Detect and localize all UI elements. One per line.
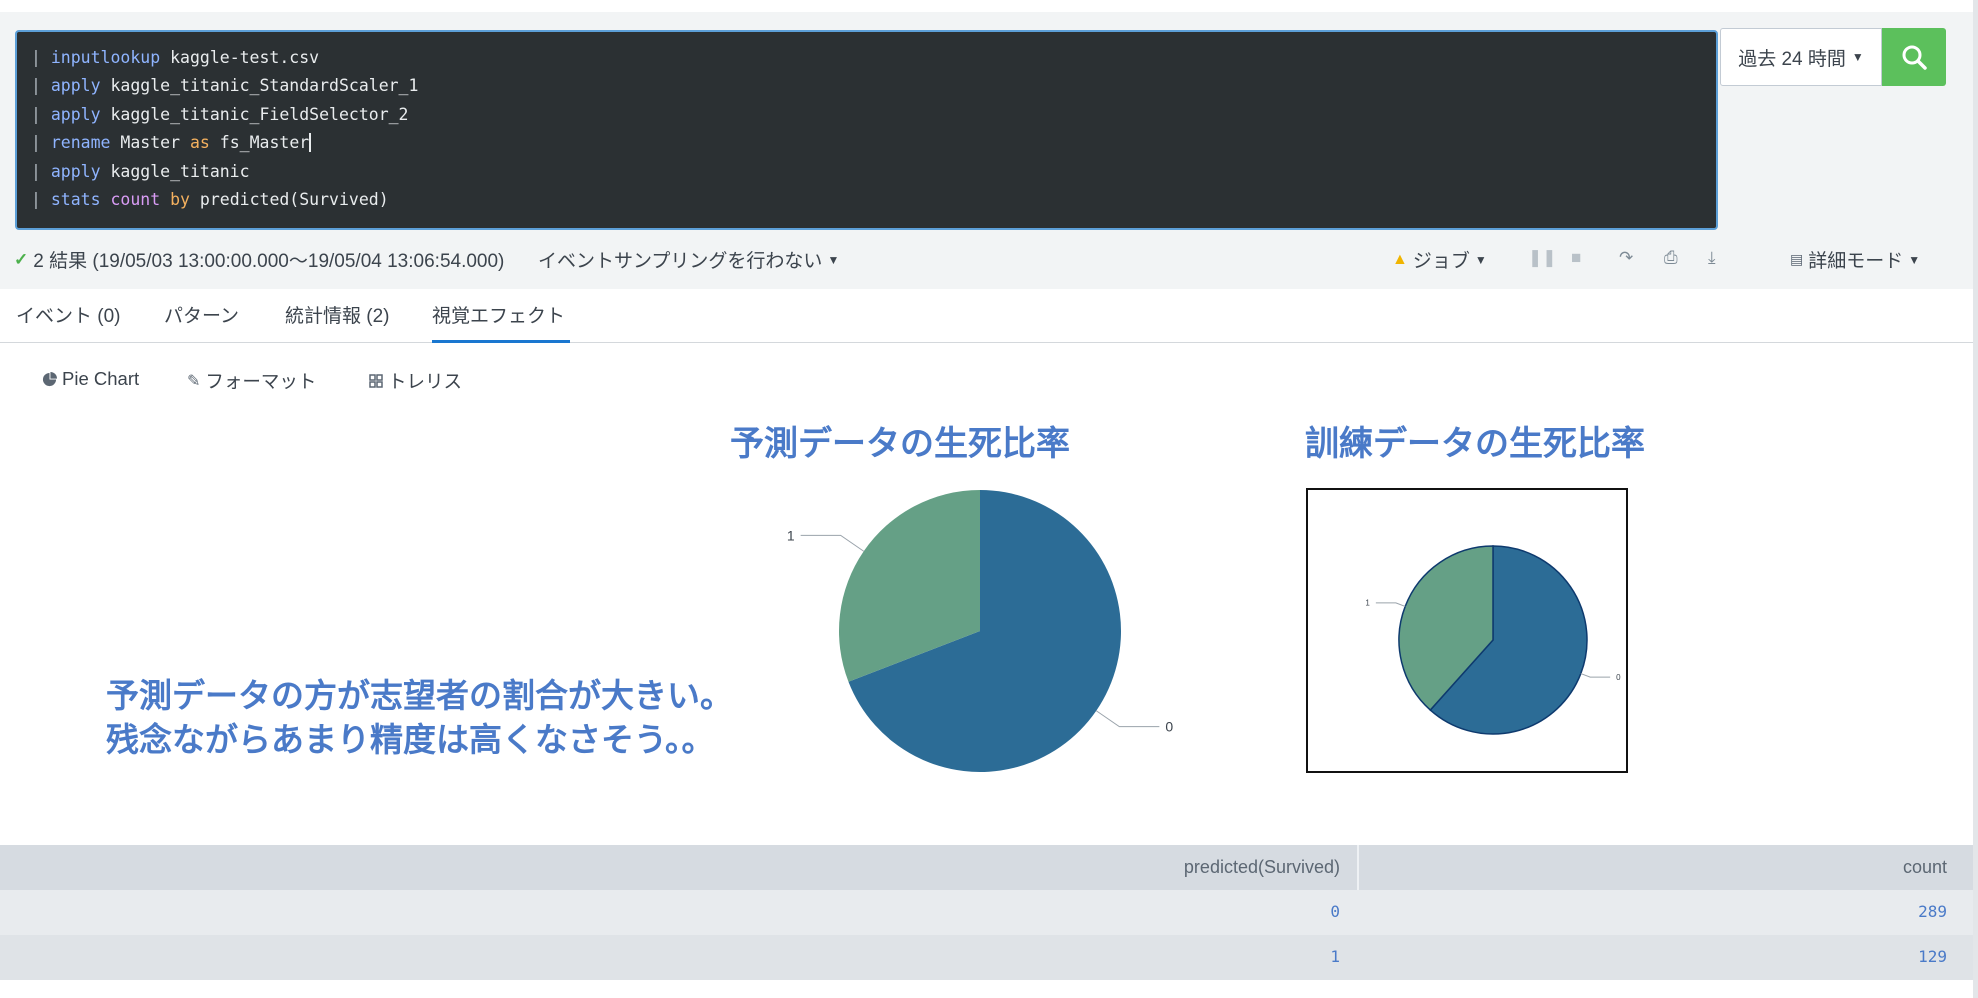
table-row: 0 289 bbox=[0, 890, 1973, 935]
command-argument: kaggle-test.csv bbox=[160, 48, 320, 67]
table-cell[interactable]: 0 bbox=[1330, 902, 1340, 921]
pipe-symbol: | bbox=[31, 48, 41, 67]
caret-down-icon: ▼ bbox=[1851, 50, 1864, 64]
predicted-pie-chart: 01 bbox=[787, 490, 1173, 772]
job-menu[interactable]: ▲ ジョブ ▼ bbox=[1392, 246, 1487, 273]
command-keyword: stats bbox=[50, 189, 101, 209]
command-keyword: rename bbox=[50, 133, 111, 153]
slice-label: 0 bbox=[1165, 719, 1173, 735]
bottom-margin bbox=[0, 980, 1973, 998]
command-keyword: apply bbox=[50, 161, 101, 181]
command-argument: kaggle_titanic_StandardScaler_1 bbox=[100, 76, 419, 96]
search-line: | apply kaggle_titanic_StandardScaler_1 bbox=[31, 72, 1716, 100]
search-line: | apply kaggle_titanic bbox=[31, 158, 1716, 186]
training-chart-title: 訓練データの生死比率 bbox=[1305, 424, 1645, 464]
table-header: predicted(Survived) count bbox=[0, 845, 1973, 890]
tab-statistics[interactable]: 統計情報 (2) bbox=[285, 301, 390, 328]
format-label: フォーマット bbox=[205, 371, 317, 392]
search-line: | stats count by predicted(Survived) bbox=[31, 186, 1716, 214]
slice-label: 0 bbox=[1616, 673, 1621, 682]
commentary-line: 残念ながらあまり精度は高くなさそう。。 bbox=[106, 720, 715, 759]
sampling-label: イベントサンプリングを行わない bbox=[538, 251, 823, 272]
leader-line bbox=[1375, 602, 1406, 607]
share-icon[interactable]: ↷ bbox=[1619, 248, 1633, 268]
result-tabs: イベント (0) パターン 統計情報 (2) 視覚エフェクト bbox=[0, 289, 1978, 343]
pipe-symbol: | bbox=[31, 133, 41, 153]
search-line: | rename Master as fs_Master bbox=[31, 129, 1716, 157]
job-label: ジョブ bbox=[1412, 251, 1470, 272]
stop-icon[interactable]: ■ bbox=[1571, 248, 1581, 268]
search-line: | inputlookup kaggle-test.csv bbox=[31, 44, 1716, 72]
time-range-label: 過去 24 時間 bbox=[1738, 48, 1846, 70]
function-keyword: count bbox=[110, 189, 161, 209]
format-button[interactable]: ✎ フォーマット bbox=[187, 368, 316, 394]
command-argument: kaggle_titanic_FieldSelector_2 bbox=[100, 104, 409, 124]
pencil-icon: ✎ bbox=[187, 373, 201, 390]
pie-chart-icon bbox=[42, 371, 57, 386]
results-count: 2 結果 (19/05/03 13:00:00.000〜19/05/04 13:… bbox=[33, 251, 505, 272]
grid-icon bbox=[369, 374, 383, 388]
results-summary: ✓ 2 結果 (19/05/03 13:00:00.000〜19/05/04 1… bbox=[14, 246, 504, 273]
chart-type-button[interactable]: Pie Chart bbox=[42, 368, 139, 390]
commentary-text: 予測データの方が志望者の割合が大きい。 残念ながらあまり精度は高くなさそう。。 bbox=[106, 674, 733, 762]
search-mode-label: 詳細モード bbox=[1808, 251, 1904, 272]
search-editor[interactable]: | inputlookup kaggle-test.csv | apply ka… bbox=[15, 30, 1718, 230]
table-cell[interactable]: 289 bbox=[1918, 902, 1947, 921]
time-range-picker[interactable]: 過去 24 時間 ▼ bbox=[1720, 28, 1882, 86]
command-argument: kaggle_titanic bbox=[100, 161, 250, 181]
command-keyword: apply bbox=[50, 104, 101, 124]
check-icon: ✓ bbox=[14, 249, 29, 269]
print-icon[interactable]: ⎙ bbox=[1664, 248, 1678, 268]
table-row: 1 129 bbox=[0, 935, 1973, 980]
column-divider bbox=[1357, 845, 1359, 890]
pipe-symbol: | bbox=[31, 76, 41, 96]
caret-down-icon: ▼ bbox=[827, 252, 840, 267]
status-bar: ✓ 2 結果 (19/05/03 13:00:00.000〜19/05/04 1… bbox=[0, 240, 1978, 276]
pipe-symbol: | bbox=[31, 161, 41, 181]
command-argument: predicted(Survived) bbox=[189, 189, 389, 209]
command-argument: Master bbox=[110, 133, 190, 153]
column-header-count[interactable]: count bbox=[1903, 857, 1947, 878]
command-keyword: inputlookup bbox=[50, 48, 161, 67]
scrollbar-track bbox=[1973, 0, 1978, 998]
tab-visualization[interactable]: 視覚エフェクト bbox=[432, 301, 570, 343]
leader-line bbox=[800, 534, 865, 552]
pipe-symbol: | bbox=[31, 104, 41, 124]
chart-type-label: Pie Chart bbox=[62, 368, 140, 389]
leader-line bbox=[1095, 710, 1160, 728]
slice-label: 1 bbox=[787, 527, 795, 543]
training-chart-frame: 01 bbox=[1306, 488, 1628, 773]
top-margin bbox=[0, 0, 1978, 12]
results-table: predicted(Survived) count 0 289 1 129 bbox=[0, 845, 1973, 980]
tab-patterns[interactable]: パターン bbox=[164, 301, 239, 328]
tab-events[interactable]: イベント (0) bbox=[16, 301, 121, 328]
leader-line bbox=[1580, 673, 1611, 678]
operator-keyword: as bbox=[189, 133, 210, 153]
commentary-line: 予測データの方が志望者の割合が大きい。 bbox=[106, 676, 733, 715]
sampling-dropdown[interactable]: イベントサンプリングを行わない ▼ bbox=[538, 246, 839, 273]
export-icon[interactable]: ⤓ bbox=[1708, 248, 1716, 268]
slice-label: 1 bbox=[1365, 599, 1370, 608]
table-cell[interactable]: 129 bbox=[1918, 947, 1947, 966]
search-line: | apply kaggle_titanic_FieldSelector_2 bbox=[31, 101, 1716, 129]
operator-keyword: by bbox=[170, 189, 190, 209]
command-argument: fs_Master bbox=[209, 133, 310, 153]
text-cursor bbox=[309, 133, 312, 153]
pipe-symbol: | bbox=[31, 189, 41, 209]
trellis-button[interactable]: トレリス bbox=[369, 368, 462, 394]
warning-icon: ▲ bbox=[1392, 250, 1408, 268]
pause-icon[interactable]: ❚❚ bbox=[1528, 248, 1557, 268]
command-keyword: apply bbox=[50, 76, 101, 96]
search-mode-dropdown[interactable]: ▤ 詳細モード ▼ bbox=[1790, 246, 1920, 273]
table-cell[interactable]: 1 bbox=[1330, 947, 1340, 966]
search-button[interactable] bbox=[1882, 28, 1946, 86]
mode-icon: ▤ bbox=[1790, 251, 1804, 267]
caret-down-icon: ▼ bbox=[1474, 252, 1487, 267]
predicted-chart-title: 予測データの生死比率 bbox=[730, 424, 1070, 464]
caret-down-icon: ▼ bbox=[1908, 252, 1921, 267]
column-header-predicted[interactable]: predicted(Survived) bbox=[1184, 857, 1340, 878]
training-pie-chart: 01 bbox=[1365, 545, 1621, 735]
trellis-label: トレリス bbox=[388, 371, 463, 392]
search-icon bbox=[1902, 45, 1927, 70]
